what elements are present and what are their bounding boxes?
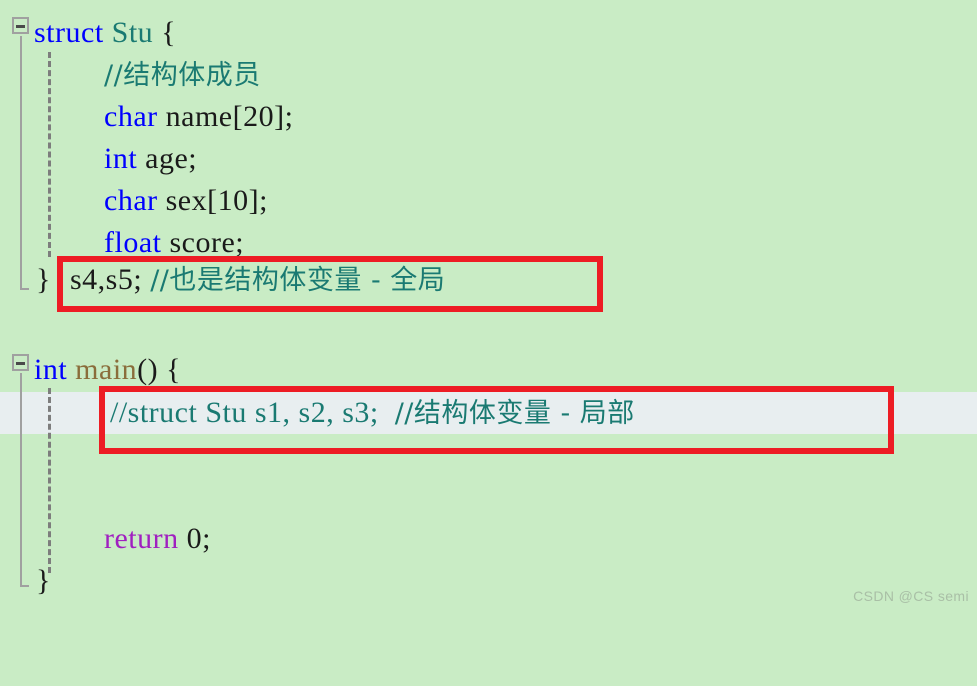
code-token: main xyxy=(75,353,138,386)
line-return: return 0; xyxy=(104,518,211,560)
code-token: 0; xyxy=(186,522,211,555)
code-editor-surface[interactable]: struct Stu { //结构体成员 char name[20]; int … xyxy=(0,0,977,608)
code-line[interactable]: //结构体成员 xyxy=(0,54,977,96)
line-name-field: char name[20]; xyxy=(104,96,293,138)
code-token: int xyxy=(34,353,76,386)
code-token: sex[10]; xyxy=(165,184,268,217)
code-token: s4,s5; xyxy=(70,263,151,296)
line-local-vars-comment: //struct Stu s1, s2, s3; //结构体变量 - 局部 xyxy=(110,392,635,435)
code-token: score; xyxy=(169,226,245,259)
code-token: Stu xyxy=(111,16,162,49)
code-token: char xyxy=(104,100,166,133)
line-main-close: } xyxy=(36,560,51,602)
code-token: age; xyxy=(145,142,198,175)
code-line[interactable]: s4,s5; //也是结构体变量 - 全局 xyxy=(0,259,977,301)
code-token: int xyxy=(104,142,146,175)
line-comment-members: //结构体成员 xyxy=(104,54,261,97)
code-line[interactable]: } xyxy=(0,560,977,602)
code-token: char xyxy=(104,184,166,217)
code-token: //结构体变量 - 局部 xyxy=(394,398,635,429)
code-token: //struct Stu s1, s2, s3; xyxy=(110,396,395,429)
line-sex-field: char sex[10]; xyxy=(104,180,268,222)
code-token: //结构体成员 xyxy=(104,60,261,91)
code-token: struct xyxy=(34,16,112,49)
code-line[interactable]: return 0; xyxy=(0,518,977,560)
line-age-field: int age; xyxy=(104,138,197,180)
line-global-vars-text: s4,s5; //也是结构体变量 - 全局 xyxy=(70,259,445,302)
code-line[interactable]: //struct Stu s1, s2, s3; //结构体变量 - 局部 xyxy=(0,392,977,434)
line-struct-decl: struct Stu { xyxy=(34,12,176,54)
code-line[interactable]: int main() { xyxy=(0,349,977,391)
code-token: } xyxy=(36,564,51,597)
code-line[interactable]: float score; xyxy=(0,222,977,264)
code-token: { xyxy=(161,16,177,49)
code-line[interactable]: struct Stu { xyxy=(0,12,977,54)
code-token: name[20]; xyxy=(165,100,294,133)
line-main-decl: int main() { xyxy=(34,349,181,391)
code-token: () { xyxy=(137,353,182,386)
code-token: float xyxy=(104,226,170,259)
code-line[interactable]: char name[20]; xyxy=(0,96,977,138)
watermark-text: CSDN @CS semi xyxy=(853,588,969,604)
code-line[interactable]: int age; xyxy=(0,138,977,180)
code-line[interactable]: char sex[10]; xyxy=(0,180,977,222)
line-score-field: float score; xyxy=(104,222,244,264)
code-token: //也是结构体变量 - 全局 xyxy=(150,265,446,296)
code-token: return xyxy=(104,522,187,555)
